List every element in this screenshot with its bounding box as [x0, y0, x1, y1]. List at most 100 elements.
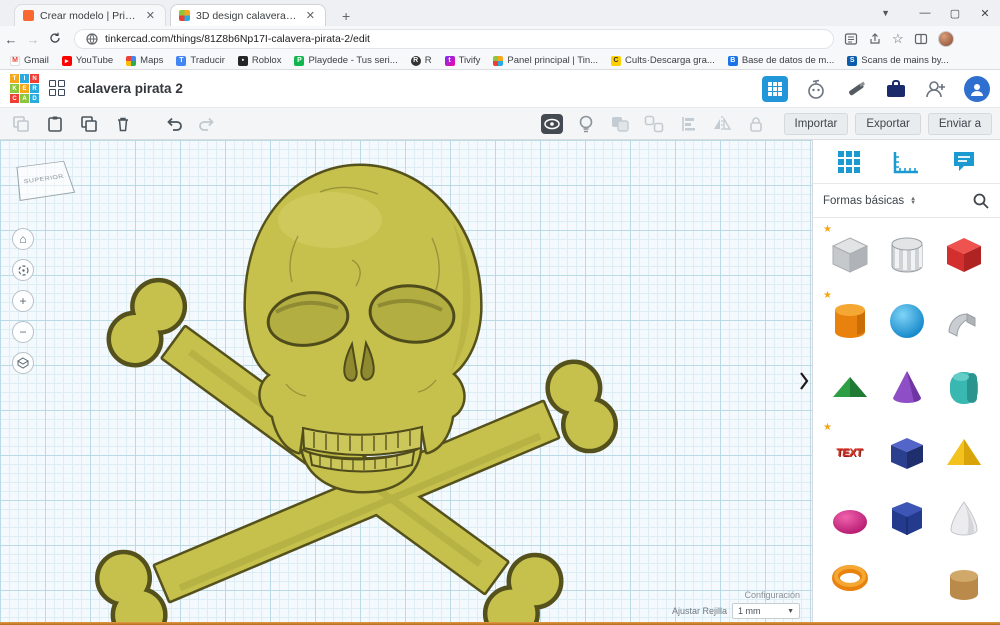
bookmark-traducir[interactable]: TTraducir [176, 55, 225, 66]
tab-title: Crear modelo | Printables.com [40, 10, 138, 22]
bookmark-gmail[interactable]: MGmail [10, 55, 49, 66]
shape-cone-purple[interactable] [882, 360, 931, 414]
category-label[interactable]: Formas básicas [823, 195, 904, 207]
bookmark-playdede[interactable]: PPlaydede - Tus seri... [294, 55, 397, 66]
bookmark-tivify[interactable]: tTivify [445, 55, 481, 66]
invite-person-icon[interactable] [924, 77, 948, 101]
shape-paraboloid-white[interactable] [939, 492, 988, 546]
user-avatar[interactable] [964, 76, 990, 102]
shape-torus-orange[interactable] [825, 558, 874, 612]
send-to-button[interactable]: Enviar a [928, 113, 992, 135]
roblox-icon: ▪ [238, 56, 248, 66]
ungroup-icon[interactable] [641, 111, 667, 137]
bookmark-youtube[interactable]: ▸YouTube [62, 55, 113, 66]
import-button[interactable]: Importar [784, 113, 849, 135]
mirror-icon[interactable] [709, 111, 735, 137]
paste-icon[interactable] [42, 111, 68, 137]
undo-icon[interactable] [160, 111, 186, 137]
skull-model[interactable] [0, 140, 812, 625]
duplicate-icon[interactable] [76, 111, 102, 137]
url-field[interactable]: tinkercad.com/things/81Z8b6Np17I-calaver… [74, 29, 834, 49]
sim-lab-icon[interactable] [804, 77, 828, 101]
snap-grid-label: Ajustar Rejilla [672, 606, 727, 616]
shapes-panel: Formas básicas ▲▼ ★ ★ [812, 140, 1000, 625]
redo-icon[interactable] [194, 111, 220, 137]
lock-icon[interactable] [743, 111, 769, 137]
back-icon[interactable]: ← [0, 32, 22, 47]
export-button[interactable]: Exportar [855, 113, 920, 135]
tool-icon[interactable] [844, 77, 868, 101]
minimize-button[interactable]: — [910, 7, 940, 19]
split-screen-icon[interactable] [914, 32, 928, 46]
bookmark-r[interactable]: RR [411, 55, 432, 66]
shape-sphere-blue[interactable] [882, 294, 931, 348]
translate-icon: T [176, 56, 186, 66]
new-tab-button[interactable]: + [336, 8, 356, 26]
url-text: tinkercad.com/things/81Z8b6Np17I-calaver… [105, 33, 370, 45]
align-icon[interactable] [675, 111, 701, 137]
briefcase-icon[interactable] [884, 77, 908, 101]
browser-profile-avatar[interactable] [938, 31, 954, 47]
maps-icon [126, 56, 136, 66]
shape-rounded-cylinder-teal[interactable] [939, 360, 988, 414]
window-controls: — ▢ ✕ [910, 0, 1000, 26]
reading-mode-icon[interactable] [844, 32, 858, 46]
bookmark-maps[interactable]: Maps [126, 55, 163, 66]
address-bar: ← → tinkercad.com/things/81Z8b6Np17I-cal… [0, 26, 1000, 52]
show-all-icon[interactable] [539, 111, 565, 137]
designs-menu-icon[interactable] [49, 80, 67, 98]
3d-editor-icon[interactable] [762, 76, 788, 102]
workplane-grid-icon[interactable] [835, 148, 863, 176]
copy-icon[interactable] [8, 111, 34, 137]
ruler-icon[interactable] [891, 148, 921, 176]
shape-cylinder-orange[interactable]: ★ [825, 294, 874, 348]
shape-roof-green[interactable] [825, 360, 874, 414]
bookmark-roblox[interactable]: ▪Roblox [238, 55, 282, 66]
forward-icon[interactable]: → [22, 32, 44, 47]
shape-text-red[interactable]: ★ TEXT [825, 426, 874, 480]
tab-close-icon[interactable]: ✕ [144, 9, 157, 22]
shape-ellipsoid-pink[interactable] [825, 492, 874, 546]
shape-cylinder-tan[interactable] [939, 558, 988, 612]
tab-strip: Crear modelo | Printables.com ✕ 3D desig… [0, 0, 1000, 26]
playdede-icon: P [294, 56, 304, 66]
shape-box-transparent[interactable]: ★ [825, 228, 874, 282]
dropdown-caret-icon: ▼ [787, 608, 794, 615]
shape-pyramid-yellow[interactable] [939, 426, 988, 480]
bookmark-cults[interactable]: CCults·Descarga gra... [611, 55, 715, 66]
bookmark-scans[interactable]: SScans de mains by... [847, 55, 948, 66]
tinkercad-logo[interactable]: TIN KER CAD [10, 74, 39, 103]
workplane-canvas[interactable]: SUPERIOR ⌂ + − [0, 140, 812, 625]
search-icon[interactable] [972, 192, 990, 210]
tab-search-chevron-icon[interactable]: ▼ [881, 0, 890, 26]
workplane-light-icon[interactable] [573, 111, 599, 137]
tab-title: 3D design calavera pirata 2 | Tin [196, 10, 298, 22]
design-title[interactable]: calavera pirata 2 [77, 81, 183, 96]
tinkercad-panel-icon [493, 56, 503, 66]
shape-halfpipe-gray[interactable] [939, 294, 988, 348]
notes-icon[interactable] [950, 148, 978, 176]
tab-tinkercad[interactable]: 3D design calavera pirata 2 | Tin ✕ [170, 4, 326, 26]
bookmarks-bar: MGmail ▸YouTube Maps TTraducir ▪Roblox P… [0, 52, 1000, 70]
close-button[interactable]: ✕ [970, 7, 1000, 20]
maximize-button[interactable]: ▢ [940, 7, 970, 20]
shape-box-red[interactable] [939, 228, 988, 282]
tab-printables[interactable]: Crear modelo | Printables.com ✕ [14, 4, 166, 26]
site-info-icon[interactable] [85, 32, 99, 46]
refresh-icon[interactable] [44, 32, 66, 47]
panel-collapse-chevron[interactable] [797, 368, 811, 394]
category-carets-icon[interactable]: ▲▼ [910, 197, 916, 205]
delete-icon[interactable] [110, 111, 136, 137]
shape-cylinder-striped[interactable] [882, 228, 931, 282]
favorites-star-icon[interactable]: ☆ [892, 31, 904, 47]
bookmark-tinkercad-panel[interactable]: Panel principal | Tin... [493, 55, 598, 66]
settings-title[interactable]: Configuración [672, 590, 800, 600]
share-icon[interactable] [868, 32, 882, 46]
bookmark-base-datos[interactable]: BBase de datos de m... [728, 55, 834, 66]
database-site-icon: B [728, 56, 738, 66]
group-icon[interactable] [607, 111, 633, 137]
shape-polygon-blue[interactable] [882, 426, 931, 480]
tab-close-icon[interactable]: ✕ [304, 9, 317, 22]
snap-grid-dropdown[interactable]: 1 mm▼ [732, 603, 800, 619]
shape-hex-prism-navy[interactable] [882, 492, 931, 546]
